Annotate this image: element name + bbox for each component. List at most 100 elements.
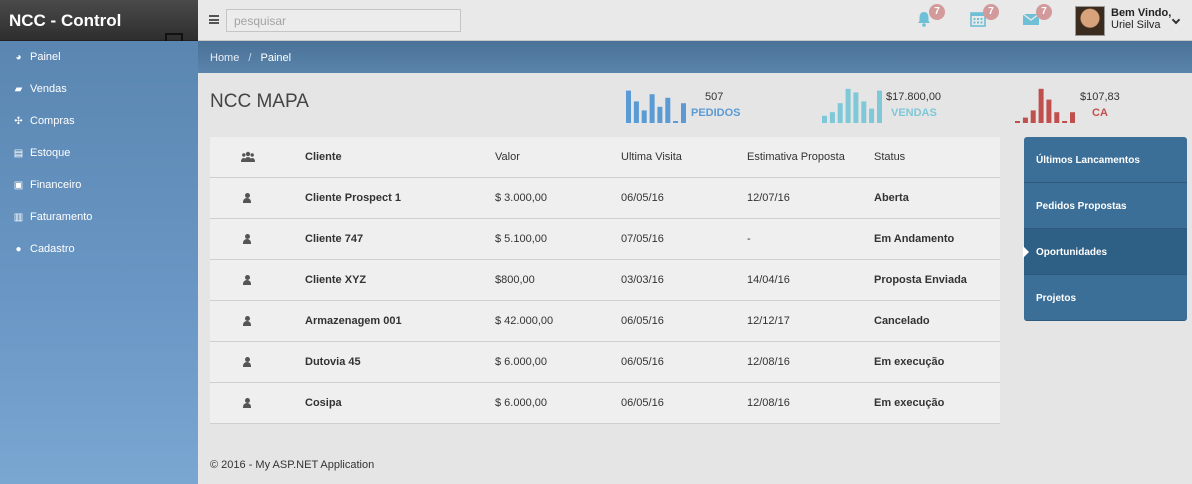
sparkline-bar: [845, 88, 851, 123]
tab-pedidos-propostas[interactable]: Pedidos Propostas: [1024, 183, 1187, 229]
cell-cliente: Cliente Prospect 1: [305, 192, 401, 204]
cell-estimativa: 12/08/16: [747, 356, 790, 368]
tab-oportunidades[interactable]: Oportunidades: [1023, 229, 1187, 275]
crosshair-icon: ✣: [14, 115, 23, 127]
tab-label: Pedidos Propostas: [1036, 201, 1127, 212]
cell-status: Aberta: [874, 192, 909, 204]
sidebar-item-label: Vendas: [30, 83, 67, 95]
cell-estimativa: 14/04/16: [747, 274, 790, 286]
sidebar-item-label: Compras: [30, 115, 75, 127]
cell-estimativa: -: [747, 233, 751, 245]
tab-ultimos-lancamentos[interactable]: Últimos Lancamentos: [1024, 137, 1187, 183]
table-row[interactable]: Cliente XYZ $800,00 03/03/16 14/04/16 Pr…: [210, 260, 1000, 301]
brand-title: NCC - Control: [9, 11, 122, 30]
users-icon: [241, 151, 255, 162]
notifications-badge: 7: [929, 4, 945, 20]
tab-label: Últimos Lancamentos: [1036, 155, 1140, 166]
table-row[interactable]: Dutovia 45 $ 6.000,00 06/05/16 12/08/16 …: [210, 342, 1000, 383]
sparkline-bar: [837, 103, 843, 123]
cell-ultima-visita: 06/05/16: [621, 397, 664, 409]
sidebar-item-faturamento[interactable]: ▥ Faturamento: [0, 201, 198, 233]
ca-sparkline: [1015, 88, 1075, 123]
cell-status: Proposta Enviada: [874, 274, 967, 286]
cell-estimativa: 12/07/16: [747, 192, 790, 204]
stat-label: VENDAS: [891, 107, 937, 119]
table-row[interactable]: Cliente 747 $ 5.100,00 07/05/16 - Em And…: [210, 219, 1000, 260]
sparkline-bar: [633, 101, 639, 123]
cell-ultima-visita: 07/05/16: [621, 233, 664, 245]
sparkline-bar: [1022, 117, 1028, 123]
cell-valor: $800,00: [495, 274, 535, 286]
sparkline-bar: [1030, 110, 1036, 123]
user-icon: [243, 316, 251, 326]
tab-label: Oportunidades: [1036, 247, 1108, 258]
sidebar-item-cadastro[interactable]: ● Cadastro: [0, 233, 198, 265]
sidebar: ◕ Painel ▰ Vendas ✣ Compras ▤ Estoque ▣ …: [0, 41, 198, 484]
welcome-text: Bem Vindo,: [1111, 7, 1172, 19]
sparkline-bar: [681, 103, 686, 123]
user-avatar[interactable]: [1075, 6, 1105, 36]
messages-badge: 7: [1036, 4, 1052, 20]
tab-projetos[interactable]: Projetos: [1024, 275, 1187, 321]
chevron-down-icon[interactable]: [1171, 15, 1181, 25]
clients-table: Cliente Valor Ultima Visita Estimativa P…: [210, 137, 1000, 424]
money-icon: ▣: [13, 179, 24, 191]
cell-cliente: Cosipa: [305, 397, 342, 409]
pedidos-sparkline: [626, 90, 686, 123]
stat-value: 507: [705, 91, 724, 103]
sparkline-bar: [649, 94, 655, 123]
sparkline-bar: [626, 90, 631, 123]
col-ultima-visita: Ultima Visita: [621, 151, 682, 163]
user-icon: [243, 193, 251, 203]
breadcrumb-current: Painel: [260, 52, 292, 64]
cell-estimativa: 12/12/17: [747, 315, 790, 327]
calendar-button[interactable]: 7: [969, 4, 999, 30]
notifications-button[interactable]: 7: [915, 4, 945, 30]
cell-valor: $ 42.000,00: [495, 315, 554, 327]
table-row[interactable]: Cliente Prospect 1 $ 3.000,00 06/05/16 1…: [210, 178, 1000, 219]
sparkline-bar: [1038, 88, 1044, 123]
cell-valor: $ 5.100,00: [495, 233, 547, 245]
cell-ultima-visita: 03/03/16: [621, 274, 664, 286]
cell-valor: $ 6.000,00: [495, 356, 547, 368]
cell-cliente: Cliente XYZ: [305, 274, 367, 286]
col-cliente: Cliente: [305, 151, 342, 163]
cell-cliente: Cliente 747: [305, 233, 364, 245]
breadcrumb-separator: /: [248, 52, 252, 64]
cell-ultima-visita: 06/05/16: [621, 192, 664, 204]
sparkline-bar: [641, 110, 647, 123]
sidebar-item-financeiro[interactable]: ▣ Financeiro: [0, 169, 198, 201]
cell-ultima-visita: 06/05/16: [621, 315, 664, 327]
stat-label: PEDIDOS: [691, 107, 741, 119]
user-icon: [243, 275, 251, 285]
breadcrumb-home-link[interactable]: Home: [210, 52, 239, 64]
table-header-row: Cliente Valor Ultima Visita Estimativa P…: [210, 137, 1000, 178]
sidebar-item-vendas[interactable]: ▰ Vendas: [0, 73, 198, 105]
user-menu[interactable]: Bem Vindo, Uriel Silva: [1111, 7, 1171, 31]
col-status: Status: [874, 151, 906, 163]
sidebar-item-painel[interactable]: ◕ Painel: [0, 41, 198, 73]
sidebar-item-compras[interactable]: ✣ Compras: [0, 105, 198, 137]
col-valor: Valor: [495, 151, 520, 163]
menu-toggle-icon[interactable]: [209, 15, 219, 24]
table-row[interactable]: Cosipa $ 6.000,00 06/05/16 12/08/16 Em e…: [210, 383, 1000, 424]
cell-valor: $ 3.000,00: [495, 192, 547, 204]
user-icon: [243, 234, 251, 244]
tab-label: Projetos: [1036, 293, 1077, 304]
side-tabs: Últimos Lancamentos Pedidos Propostas Op…: [1023, 137, 1187, 321]
sparkline-bar: [1015, 121, 1020, 123]
search-input[interactable]: [226, 9, 461, 32]
sparkline-bar: [822, 115, 827, 123]
col-estimativa: Estimativa Proposta: [747, 151, 845, 163]
table-row[interactable]: Armazenagem 001 $ 42.000,00 06/05/16 12/…: [210, 301, 1000, 342]
brand-logo[interactable]: NCC - Control: [0, 0, 198, 41]
sidebar-item-estoque[interactable]: ▤ Estoque: [0, 137, 198, 169]
sparkline-bar: [853, 92, 859, 123]
sparkline-bar: [657, 106, 663, 123]
brand-decoration: [165, 33, 183, 41]
cell-estimativa: 12/08/16: [747, 397, 790, 409]
main-content: NCC MAPA 507 PEDIDOS $17.800,00 VENDAS $…: [198, 73, 1192, 484]
messages-button[interactable]: 7: [1022, 4, 1052, 30]
map-marker-icon: ●: [15, 243, 22, 255]
cell-status: Em execução: [874, 397, 945, 409]
